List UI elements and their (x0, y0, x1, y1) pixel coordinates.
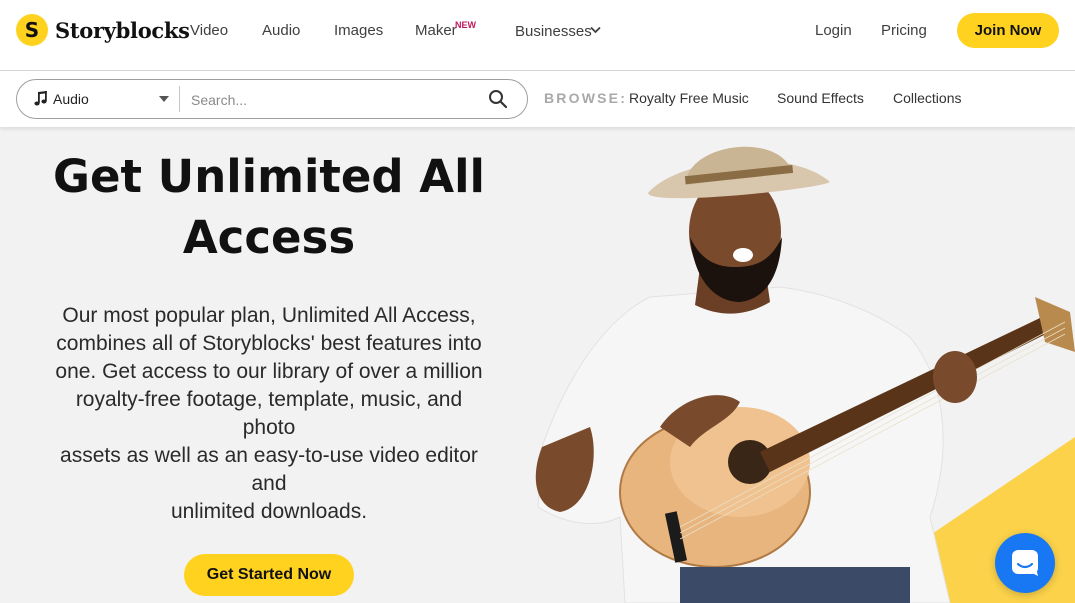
nav-businesses-menu[interactable]: Businesses (515, 23, 592, 40)
nav-images-link[interactable]: Images (334, 22, 383, 39)
search-box: Audio (16, 79, 528, 119)
search-input[interactable] (189, 89, 483, 111)
browse-label: BROWSE: (544, 90, 628, 106)
browse-collections-link[interactable]: Collections (893, 90, 961, 106)
category-select[interactable]: Audio (17, 80, 179, 118)
storyblocks-logo-icon: S (16, 14, 48, 46)
login-link[interactable]: Login (815, 22, 852, 39)
search-bar: Audio BROWSE: Royalty Free Music Sound E… (0, 71, 1075, 127)
chevron-down-icon[interactable] (590, 26, 601, 34)
hero-description-line: one. Get access to our library of over a… (55, 360, 483, 383)
get-started-button[interactable]: Get Started Now (184, 554, 354, 596)
hero-description-line: combines all of Storyblocks' best featur… (56, 332, 482, 355)
hero-description-line: unlimited downloads. (170, 500, 368, 523)
storyblocks-logo[interactable]: S Storyblocks (16, 14, 190, 46)
brand-name: Storyblocks (55, 17, 190, 43)
hero-description-line: royalty-free footage, template, music, a… (75, 388, 463, 439)
category-label: Audio (53, 91, 89, 107)
new-badge: NEW (455, 20, 476, 30)
chat-launcher-button[interactable] (995, 533, 1055, 593)
join-now-button[interactable]: Join Now (957, 13, 1059, 48)
hero-description-line: Our most popular plan, Unlimited All Acc… (62, 304, 476, 327)
hero-title: Get Unlimited All Access (40, 146, 498, 268)
music-note-icon (34, 91, 47, 106)
nav-audio-link[interactable]: Audio (262, 22, 300, 39)
hero-title-line: Get Unlimited All (53, 150, 485, 203)
top-navigation: S Storyblocks Video Audio Images Maker N… (0, 0, 1075, 71)
search-divider (179, 86, 180, 112)
chat-icon (1012, 550, 1038, 576)
browse-royalty-free-music-link[interactable]: Royalty Free Music (629, 90, 749, 106)
caret-down-icon (159, 96, 169, 102)
pricing-link[interactable]: Pricing (881, 22, 927, 39)
browse-sound-effects-link[interactable]: Sound Effects (777, 90, 864, 106)
nav-maker-link[interactable]: Maker (415, 22, 457, 39)
hero-image-guitarist (535, 146, 1075, 603)
search-icon[interactable] (488, 89, 508, 109)
hero-title-line: Access (182, 211, 356, 264)
nav-video-link[interactable]: Video (190, 22, 228, 39)
hero-description: Our most popular plan, Unlimited All Acc… (50, 302, 488, 526)
hero-description-line: assets as well as an easy-to-use video e… (60, 444, 478, 495)
